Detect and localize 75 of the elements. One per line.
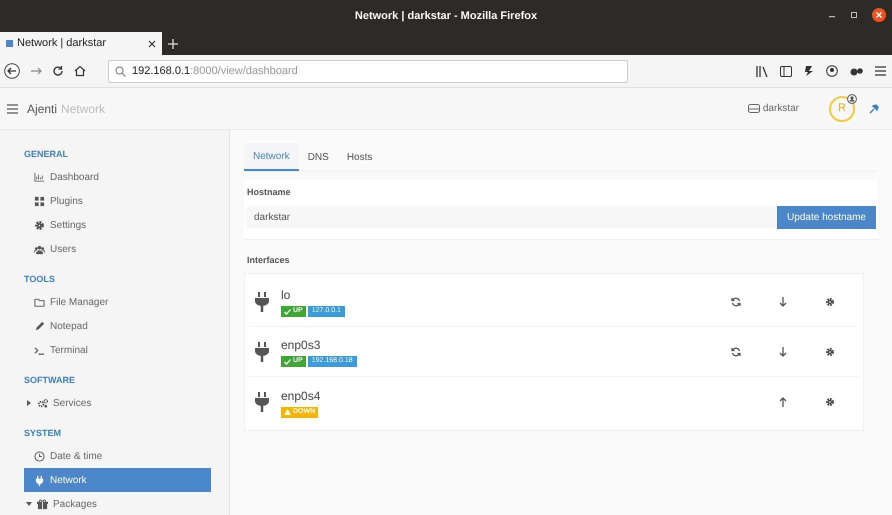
sidebar-item[interactable]: Notepad bbox=[24, 314, 211, 338]
browser-tab[interactable]: Network | darkstar bbox=[0, 32, 162, 55]
terminal-icon bbox=[34, 344, 45, 356]
sidebar-item[interactable]: Network bbox=[24, 468, 211, 492]
gear-icon[interactable] bbox=[824, 397, 834, 407]
menu-icon[interactable] bbox=[7, 104, 18, 114]
menu-icon[interactable] bbox=[875, 66, 886, 76]
new-tab-icon[interactable] bbox=[168, 38, 178, 48]
gear-icon[interactable] bbox=[824, 296, 834, 306]
arrow-down-icon[interactable] bbox=[778, 296, 786, 306]
sidebar-item[interactable]: Services bbox=[24, 391, 211, 415]
reload-icon[interactable] bbox=[52, 65, 64, 77]
section-heading: SYSTEM bbox=[24, 426, 62, 440]
tab[interactable]: Hosts bbox=[338, 143, 382, 171]
favicon-icon bbox=[6, 40, 13, 47]
plug-icon bbox=[255, 392, 269, 412]
sidebar-item[interactable]: Users bbox=[24, 237, 211, 261]
caret-down-icon[interactable] bbox=[26, 501, 32, 507]
tab[interactable]: Network bbox=[244, 143, 299, 171]
users-icon bbox=[34, 244, 45, 254]
pin-icon[interactable] bbox=[869, 104, 879, 114]
plug-icon bbox=[255, 292, 269, 312]
user-badge-icon bbox=[847, 94, 857, 104]
refresh-icon[interactable] bbox=[730, 296, 740, 306]
plug-icon bbox=[255, 342, 269, 362]
section-label: Interfaces bbox=[246, 254, 291, 266]
address-field[interactable]: 192.168.0.1:8000/view/dashboard bbox=[108, 60, 628, 82]
gear-icon bbox=[34, 220, 45, 230]
maximize-icon[interactable] bbox=[850, 11, 858, 19]
interface-name: enp0s4 bbox=[281, 388, 320, 404]
gift-icon bbox=[37, 498, 48, 510]
pencil-icon bbox=[34, 320, 45, 332]
grid-icon bbox=[34, 196, 45, 206]
warning-icon bbox=[284, 409, 291, 415]
server-name: darkstar bbox=[762, 102, 799, 116]
update-hostname-button[interactable]: Update hostname bbox=[777, 206, 876, 228]
search-icon bbox=[115, 66, 126, 76]
server-icon bbox=[748, 104, 760, 113]
sidebar-item[interactable]: Packages bbox=[24, 492, 211, 515]
check-icon bbox=[284, 358, 291, 364]
app-brand: Ajenti bbox=[27, 100, 58, 118]
chart-icon bbox=[34, 172, 45, 182]
sidebar-item[interactable]: Dashboard bbox=[24, 165, 211, 189]
sidebar-item[interactable]: Plugins bbox=[24, 189, 211, 213]
forward-icon bbox=[30, 65, 42, 77]
interface-name: lo bbox=[281, 287, 292, 304]
interface-name: enp0s3 bbox=[281, 337, 322, 354]
gear-icon[interactable] bbox=[824, 346, 834, 356]
window-title: Network | darkstar - Mozilla Firefox bbox=[354, 8, 538, 24]
page-title: Network bbox=[61, 100, 106, 118]
hostname-field[interactable]: darkstar bbox=[246, 206, 778, 228]
sidebar-item[interactable]: File Manager bbox=[24, 290, 211, 314]
field-label: Hostname bbox=[246, 186, 292, 199]
caret-right-icon[interactable] bbox=[26, 400, 32, 406]
tab[interactable]: DNS bbox=[298, 143, 338, 171]
sidebar-item[interactable]: Settings bbox=[24, 213, 211, 237]
section-heading: SOFTWARE bbox=[24, 374, 76, 387]
folder-icon bbox=[34, 296, 45, 308]
account-icon[interactable] bbox=[826, 65, 838, 77]
close-icon[interactable] bbox=[872, 8, 886, 22]
arrow-down-icon[interactable] bbox=[778, 346, 786, 356]
sidebar-item[interactable]: Date & time bbox=[24, 444, 211, 468]
refresh-icon[interactable] bbox=[730, 346, 740, 356]
home-icon[interactable] bbox=[74, 65, 86, 77]
sidebar-icon[interactable] bbox=[780, 66, 792, 76]
arrow-up-icon[interactable] bbox=[778, 397, 786, 407]
sidebar-item[interactable]: Terminal bbox=[24, 338, 211, 362]
back-icon[interactable] bbox=[4, 63, 20, 79]
check-icon bbox=[284, 308, 291, 314]
section-heading: TOOLS bbox=[24, 272, 56, 286]
section-heading: GENERAL bbox=[24, 148, 70, 161]
library-icon[interactable] bbox=[756, 66, 768, 76]
plug-icon bbox=[34, 474, 45, 486]
clock-icon bbox=[34, 450, 45, 462]
close-icon[interactable] bbox=[148, 40, 156, 48]
